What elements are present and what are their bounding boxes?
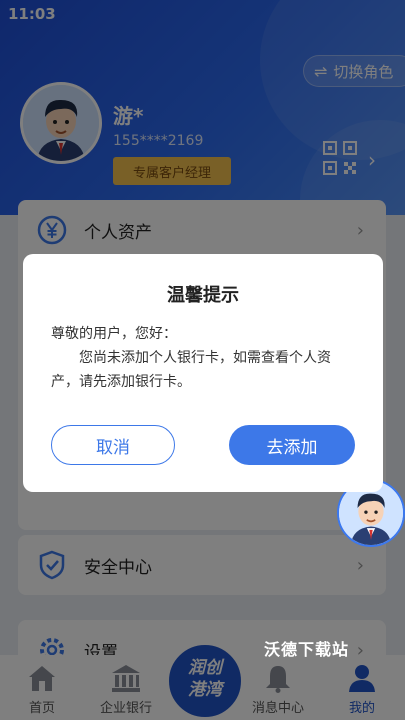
dialog-title: 温馨提示 (167, 285, 239, 306)
alert-dialog: 温馨提示 尊敬的用户，您好： 您尚未添加个人银行卡，如需查看个人资产，请先添加银… (23, 254, 383, 492)
watermark: 沃德下载站 (264, 640, 350, 659)
dialog-greeting: 尊敬的用户，您好： (51, 326, 177, 342)
cancel-button[interactable]: 取消 (51, 425, 175, 465)
dialog-message: 您尚未添加个人银行卡，如需查看个人资产，请先添加银行卡。 (51, 350, 331, 390)
dialog-body: 尊敬的用户，您好： 您尚未添加个人银行卡，如需查看个人资产，请先添加银行卡。 (51, 322, 357, 394)
add-bank-card-button[interactable]: 去添加 (229, 425, 355, 465)
